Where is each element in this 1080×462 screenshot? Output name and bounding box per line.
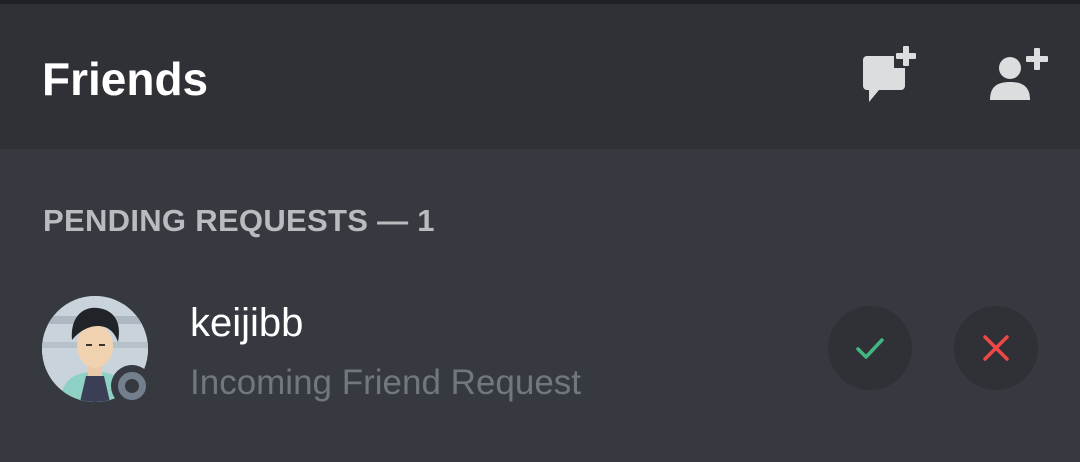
chat-plus-icon bbox=[863, 44, 918, 102]
friend-request-row[interactable]: keijibb Incoming Friend Request bbox=[0, 286, 1080, 416]
page-title: Friends bbox=[42, 53, 209, 105]
app-header: Friends bbox=[0, 4, 1080, 149]
new-group-dm-button[interactable] bbox=[852, 42, 922, 112]
request-type-label: Incoming Friend Request bbox=[190, 363, 582, 402]
pending-requests-header: PENDING REQUESTS — 1 bbox=[43, 203, 435, 238]
accept-request-button[interactable] bbox=[828, 306, 912, 390]
person-plus-icon bbox=[990, 48, 1048, 100]
check-icon bbox=[856, 338, 884, 359]
decline-request-button[interactable] bbox=[954, 306, 1038, 390]
close-icon bbox=[983, 335, 1009, 361]
status-indicator bbox=[111, 365, 153, 407]
username: keijibb bbox=[190, 301, 304, 345]
add-friend-button[interactable] bbox=[982, 42, 1052, 112]
offline-status-icon bbox=[118, 372, 146, 400]
